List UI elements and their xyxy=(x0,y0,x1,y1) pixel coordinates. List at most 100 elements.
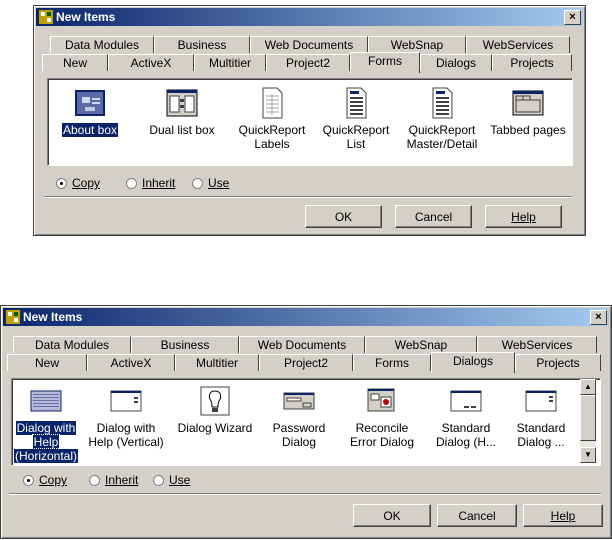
tab-project2[interactable]: Project2 xyxy=(266,54,350,71)
tab-data-modules[interactable]: Data Modules xyxy=(13,336,131,353)
tab-activex[interactable]: ActiveX xyxy=(87,354,175,371)
new-items-dialog-forms: New Items × Data Modules Business Web Do… xyxy=(33,5,586,236)
tab-activex[interactable]: ActiveX xyxy=(108,54,194,71)
item-label-2: Dialog ... xyxy=(517,435,565,449)
dialog-title: New Items xyxy=(23,310,83,324)
cancel-button[interactable]: Cancel xyxy=(437,504,517,527)
radio-dot-selected xyxy=(56,178,67,189)
scroll-thumb[interactable] xyxy=(580,395,596,441)
item-label-2: Help xyxy=(31,434,61,450)
item-label-2: Dialog (H... xyxy=(435,435,497,449)
tab-business[interactable]: Business xyxy=(154,36,250,53)
ok-button[interactable]: OK xyxy=(305,205,382,228)
item-about-box[interactable]: About box xyxy=(50,87,130,138)
item-standard-dialog[interactable]: Standard Dialog ... xyxy=(506,385,576,449)
radio-dot xyxy=(126,178,137,189)
item-reconcile-error-dialog[interactable]: Reconcile Error Dialog xyxy=(340,385,424,449)
report-master-icon xyxy=(432,87,453,119)
item-dialog-help-horizontal[interactable]: Dialog with Help (Horizontal) xyxy=(12,385,80,464)
tab-multitier[interactable]: Multitier xyxy=(194,54,266,71)
item-label: QuickReport xyxy=(408,123,476,137)
scroll-up-button[interactable]: ▲ xyxy=(580,379,596,395)
tab-websnap[interactable]: WebSnap xyxy=(368,36,466,53)
separator xyxy=(9,493,601,495)
item-dialog-help-vertical[interactable]: Dialog with Help (Vertical) xyxy=(84,385,168,449)
item-label: Standard xyxy=(516,421,566,435)
tab-data-modules[interactable]: Data Modules xyxy=(50,36,154,53)
close-button[interactable]: × xyxy=(590,310,607,325)
tab-forms[interactable]: Forms xyxy=(353,354,431,371)
title-bar[interactable]: New Items × xyxy=(3,308,609,326)
radio-use[interactable]: Use xyxy=(192,176,229,190)
report-labels-icon xyxy=(262,87,283,119)
item-label: Dual list box xyxy=(149,123,215,137)
radio-copy[interactable]: Copy xyxy=(23,473,67,487)
item-label: Standard xyxy=(441,421,491,435)
tab-business[interactable]: Business xyxy=(131,336,239,353)
radio-use[interactable]: Use xyxy=(153,473,190,487)
item-standard-dialog-h[interactable]: Standard Dialog (H... xyxy=(428,385,504,449)
tab-project2[interactable]: Project2 xyxy=(259,354,353,371)
tab-webservices[interactable]: WebServices xyxy=(477,336,597,353)
item-dialog-wizard[interactable]: Dialog Wizard xyxy=(172,385,258,435)
item-dual-list-box[interactable]: Dual list box xyxy=(140,87,224,137)
app-icon xyxy=(6,310,20,324)
tab-multitier[interactable]: Multitier xyxy=(175,354,259,371)
radio-inherit[interactable]: Inherit xyxy=(126,176,175,190)
standard-dialog-icon xyxy=(525,390,557,412)
tab-row-front: New ActiveX Multitier Project2 Forms Dia… xyxy=(7,352,603,373)
item-label: Dialog Wizard xyxy=(177,421,253,435)
item-password-dialog[interactable]: Password Dialog xyxy=(262,385,336,449)
title-bar[interactable]: New Items × xyxy=(36,8,583,26)
form-about-icon xyxy=(75,90,105,116)
tab-websnap[interactable]: WebSnap xyxy=(365,336,477,353)
tab-web-documents[interactable]: Web Documents xyxy=(239,336,365,353)
item-label: Reconcile xyxy=(355,421,409,435)
item-quickreport-labels[interactable]: QuickReport Labels xyxy=(232,87,312,151)
radio-dot xyxy=(89,475,100,486)
cancel-button[interactable]: Cancel xyxy=(395,205,472,228)
items-panel: About box Dual list box QuickReport Labe… xyxy=(47,78,573,166)
item-label: QuickReport xyxy=(322,123,390,137)
tab-webservices[interactable]: WebServices xyxy=(466,36,570,53)
password-dialog-icon xyxy=(283,392,315,410)
item-quickreport-list[interactable]: QuickReport List xyxy=(316,87,396,151)
help-button[interactable]: Help xyxy=(485,205,562,228)
dialog-help-horizontal-icon xyxy=(30,390,62,412)
item-tabbed-pages[interactable]: Tabbed pages xyxy=(486,87,570,137)
scroll-down-button[interactable]: ▼ xyxy=(580,447,596,463)
tab-new[interactable]: New xyxy=(7,354,87,371)
ok-button[interactable]: OK xyxy=(353,504,431,527)
item-label-2: Labels xyxy=(254,137,290,151)
item-label: About box xyxy=(60,122,120,138)
vertical-scrollbar[interactable]: ▲ ▼ xyxy=(580,379,596,463)
item-label-3: (Horizontal) xyxy=(12,448,80,464)
radio-dot xyxy=(153,475,164,486)
dual-list-icon xyxy=(166,89,198,117)
dialog-help-vertical-icon xyxy=(110,390,142,412)
tab-forms[interactable]: Forms xyxy=(350,52,420,73)
close-button[interactable]: × xyxy=(564,10,581,25)
tab-web-documents[interactable]: Web Documents xyxy=(250,36,368,53)
item-label-2: Dialog xyxy=(281,435,317,449)
radio-copy[interactable]: Copy xyxy=(56,176,100,190)
tab-dialogs[interactable]: Dialogs xyxy=(420,54,492,71)
item-label: QuickReport xyxy=(238,123,306,137)
help-button[interactable]: Help xyxy=(523,504,603,527)
radio-inherit[interactable]: Inherit xyxy=(89,473,138,487)
item-label-2: Help (Vertical) xyxy=(88,435,164,449)
tab-projects[interactable]: Projects xyxy=(492,54,572,71)
tab-dialogs[interactable]: Dialogs xyxy=(431,352,515,373)
tab-new[interactable]: New xyxy=(42,54,108,71)
reconcile-error-icon xyxy=(367,388,395,412)
tab-projects[interactable]: Projects xyxy=(515,354,601,371)
report-list-icon xyxy=(346,87,367,119)
standard-dialog-h-icon xyxy=(450,390,482,412)
item-label-2: Error Dialog xyxy=(349,435,415,449)
items-panel: Dialog with Help (Horizontal) Dialog wit… xyxy=(11,378,601,466)
radio-dot-selected xyxy=(23,475,34,486)
item-quickreport-master-detail[interactable]: QuickReport Master/Detail xyxy=(400,87,484,151)
item-label: Tabbed pages xyxy=(490,123,566,137)
tabbed-pages-icon xyxy=(512,90,544,116)
dialog-wizard-icon xyxy=(200,386,230,416)
